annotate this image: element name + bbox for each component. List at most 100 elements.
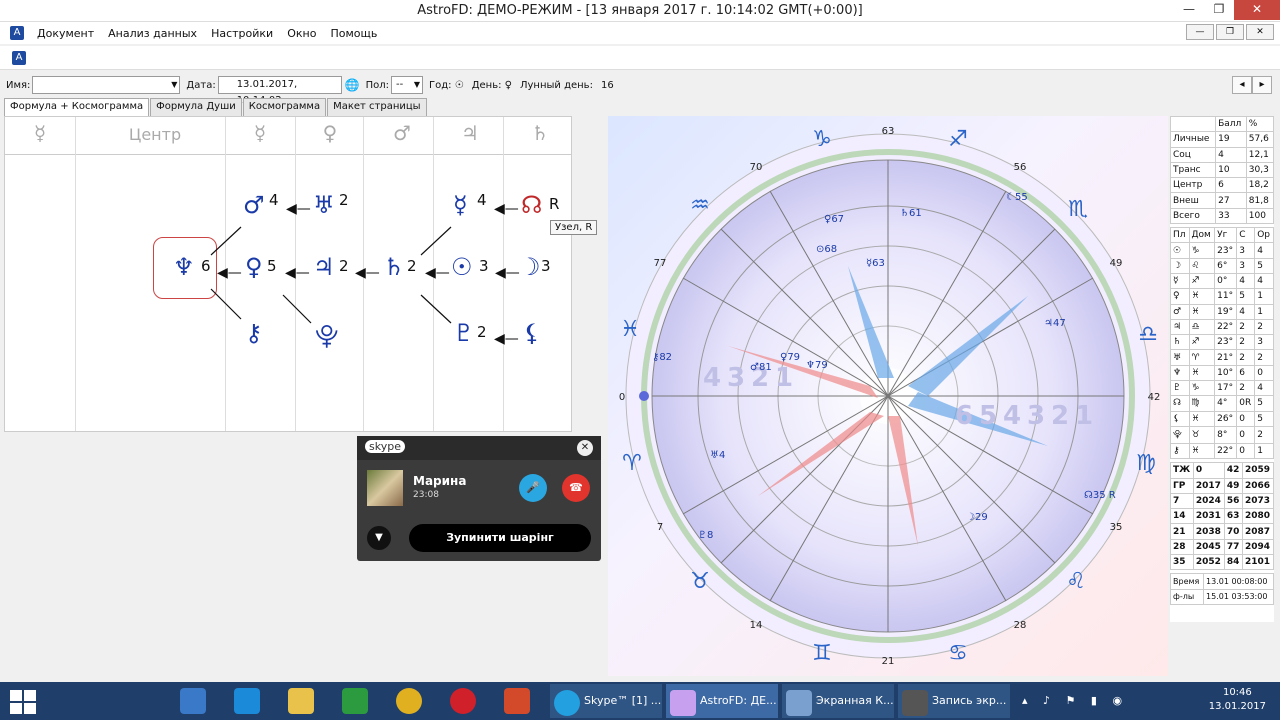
table-cell: 2 xyxy=(1236,349,1256,366)
table-cell: ♓ xyxy=(1188,364,1216,382)
opera-icon[interactable] xyxy=(450,688,476,714)
taskbar-astrofd[interactable]: AstroFD: ДЕ... xyxy=(666,684,778,718)
planet-marker[interactable]: ♅4 xyxy=(710,450,725,461)
snipping-tool-icon[interactable] xyxy=(180,688,206,714)
menu-data-analysis[interactable]: Анализ данных xyxy=(101,27,204,40)
table-row[interactable]: ♃ ♎ 22° 2 2 xyxy=(1170,318,1274,336)
clock[interactable]: 10:46 13.01.2017 xyxy=(1209,686,1266,714)
mdi-close-icon[interactable]: ✕ xyxy=(1246,24,1274,40)
mdi-restore-icon[interactable]: ❐ xyxy=(1216,24,1244,40)
table-cell: 0° xyxy=(1214,272,1238,290)
table-row[interactable]: ⯓ ♉ 8° 0 2 xyxy=(1170,425,1274,444)
tab-soul-formula[interactable]: Формула Души xyxy=(150,98,242,116)
planet-marker[interactable]: ☊35 R xyxy=(1084,490,1116,501)
table-row[interactable]: ⚸ ♓ 26° 0 5 xyxy=(1170,410,1274,427)
table-cell: 3 xyxy=(1254,334,1274,351)
powerpoint-icon[interactable] xyxy=(504,688,530,714)
taskbar-screen-recorder[interactable]: Запись экр... xyxy=(898,684,1010,718)
app-icon[interactable]: A xyxy=(10,26,24,40)
planet-marker[interactable]: ⊙68 xyxy=(816,244,837,255)
info-panel: Балл % Личные 19 57,6 Соц 4 12,1 Транс 10 30,3… xyxy=(1169,115,1275,622)
camera-icon xyxy=(902,690,928,716)
chrome-icon[interactable] xyxy=(396,688,422,714)
toolbar-app-icon[interactable]: A xyxy=(12,51,26,65)
table-cell: 0 xyxy=(1254,364,1274,382)
table-cell: ♐ xyxy=(1188,272,1216,290)
degree-mark: 56 xyxy=(1014,162,1027,173)
table-row[interactable]: ☊ ♍ 4° 0R 5 xyxy=(1170,395,1274,412)
store-icon[interactable] xyxy=(342,688,368,714)
close-icon[interactable]: ✕ xyxy=(577,440,593,456)
internet-explorer-icon[interactable] xyxy=(234,688,260,714)
degree-mark: 28 xyxy=(1014,620,1027,631)
taskbar-skype[interactable]: Skype™ [1] ... xyxy=(550,684,662,718)
table-header: Балл xyxy=(1215,115,1247,133)
table-row[interactable]: ♂ ♓ 19° 4 1 xyxy=(1170,303,1274,320)
table-cell: 0 xyxy=(1236,425,1256,444)
house-digit: 3 xyxy=(727,363,745,393)
chevron-down-icon[interactable]: ▼ xyxy=(367,526,391,550)
table-cell: ГР xyxy=(1170,477,1194,494)
table-row[interactable]: ☿ ♐ 0° 4 4 xyxy=(1170,272,1274,290)
next-icon[interactable]: ▸ xyxy=(1252,76,1272,94)
tab-page-layout[interactable]: Макет страницы xyxy=(327,98,427,116)
planet-marker[interactable]: ☿63 xyxy=(866,258,885,269)
tab-cosmogram[interactable]: Космограмма xyxy=(242,98,327,116)
table-row[interactable]: ☽ ♌ 6° 3 5 xyxy=(1170,257,1274,274)
table-row[interactable]: ♄ ♐ 23° 2 3 xyxy=(1170,334,1274,351)
windows-start-icon[interactable] xyxy=(10,690,36,714)
menu-help[interactable]: Помощь xyxy=(323,27,384,40)
taskbar-screen-keyboard[interactable]: Экранная К... xyxy=(782,684,894,718)
minimize-icon[interactable]: — xyxy=(1174,0,1204,20)
file-explorer-icon[interactable] xyxy=(288,688,314,714)
globe-icon[interactable]: 🌐 xyxy=(345,78,360,92)
table-row[interactable]: ♇ ♑ 17° 2 4 xyxy=(1170,380,1274,397)
menu-window[interactable]: Окно xyxy=(280,27,323,40)
table-row[interactable]: ♅ ♈ 21° 2 2 xyxy=(1170,349,1274,366)
zodiac-sign-icon: ♓ xyxy=(620,317,640,342)
name-combo[interactable]: ▼ xyxy=(32,76,181,94)
planet-marker[interactable]: ♇8 xyxy=(698,530,713,541)
planet-marker[interactable]: ☽29 xyxy=(966,512,988,523)
table-row[interactable]: ☉ ♑ 23° 3 4 xyxy=(1170,242,1274,259)
system-tray-icons[interactable]: ▴ ♪ ⚑ ▮ ◉ xyxy=(1022,694,1128,707)
planet-marker[interactable]: ♃47 xyxy=(1044,318,1066,329)
table-cell: Время xyxy=(1169,573,1205,590)
menu-settings[interactable]: Настройки xyxy=(204,27,280,40)
tab-formula-cosmogram[interactable]: Формула + Космограмма xyxy=(4,98,150,116)
table-cell: ♓ xyxy=(1188,303,1216,320)
date-field[interactable]: 13.01.2017, 10:14:02 xyxy=(217,76,342,106)
table-cell: 4 xyxy=(1254,380,1274,397)
planet-marker[interactable]: ♆79 xyxy=(806,360,828,371)
table-cell: 2052 xyxy=(1192,554,1225,571)
close-icon[interactable]: ✕ xyxy=(1234,0,1280,20)
microphone-icon[interactable]: 🎤 xyxy=(519,474,547,502)
menu-document[interactable]: Документ xyxy=(30,27,101,40)
planet-marker[interactable]: ♀79 xyxy=(780,352,800,363)
table-cell: 0 xyxy=(1236,410,1256,427)
prev-icon[interactable]: ◂ xyxy=(1232,76,1252,94)
hang-up-icon[interactable]: ☎ xyxy=(562,474,590,502)
table-cell: ♇ xyxy=(1170,380,1190,397)
planet-marker[interactable]: ☾55 xyxy=(1006,192,1028,203)
planet-marker[interactable]: ♄61 xyxy=(900,208,922,219)
table-cell: ♓ xyxy=(1188,442,1216,460)
table-row[interactable]: ♀ ♓ 11° 5 1 xyxy=(1170,288,1274,305)
table-cell: 19° xyxy=(1214,303,1238,320)
planet-marker[interactable]: ⚷82 xyxy=(652,352,672,363)
table-cell: 70 xyxy=(1223,523,1243,540)
table-header: Ор xyxy=(1254,227,1274,244)
table-cell: 1 xyxy=(1254,303,1274,320)
planet-marker[interactable]: ♂81 xyxy=(750,362,772,373)
mdi-minimize-icon[interactable]: — xyxy=(1186,24,1214,40)
table-row[interactable]: ♆ ♓ 10° 6 0 xyxy=(1170,364,1274,382)
sex-combo[interactable]: -- ▼ xyxy=(391,76,424,94)
stop-sharing-button[interactable]: Зупинити шарінг xyxy=(409,524,591,552)
table-cell: Центр xyxy=(1169,177,1217,194)
restore-icon[interactable]: ❐ xyxy=(1204,0,1234,20)
table-row[interactable]: ⚷ ♓ 22° 0 1 xyxy=(1170,442,1274,460)
planet-marker[interactable]: ♀67 xyxy=(824,214,844,225)
clock-date: 13.01.2017 xyxy=(1208,701,1266,712)
table-cell: ♑ xyxy=(1188,380,1216,397)
table-cell: 4 xyxy=(1254,242,1274,259)
